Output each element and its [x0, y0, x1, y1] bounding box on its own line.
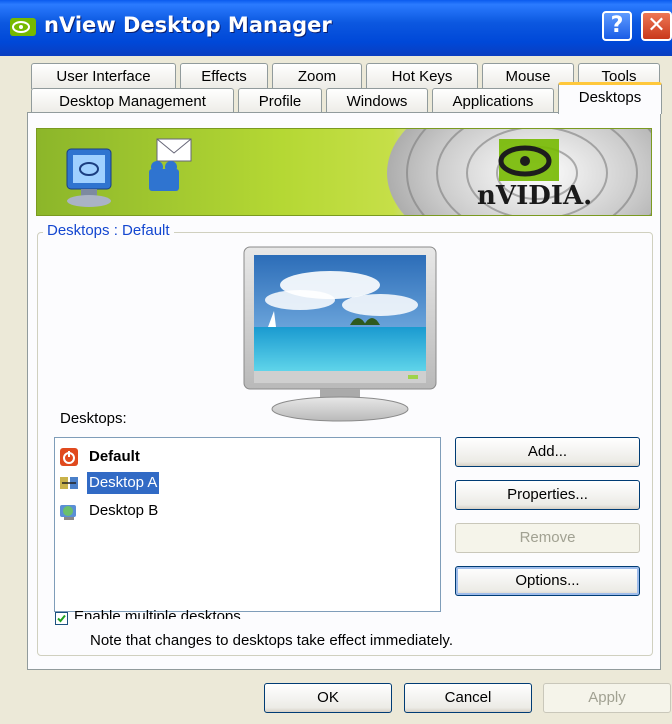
nvidia-brand-text: nVIDIA. [477, 181, 593, 211]
remove-button[interactable]: Remove [455, 523, 640, 553]
list-item-desktop-b[interactable]: Desktop B [57, 500, 438, 522]
tab-user-interface[interactable]: User Interface [31, 63, 176, 89]
close-button[interactable]: ✕ [641, 11, 672, 41]
tab-windows[interactable]: Windows [326, 88, 428, 114]
help-button[interactable]: ? [602, 11, 632, 41]
nview-dialog: nView Desktop Manager ? ✕ User Interface… [0, 0, 672, 724]
window-title: nView Desktop Manager [44, 13, 332, 37]
add-button[interactable]: Add... [455, 437, 640, 467]
tab-desktops[interactable]: Desktops [558, 82, 662, 114]
list-item-label: Default [89, 448, 140, 465]
checkmark-icon [57, 614, 66, 623]
desktops-listbox[interactable]: Default Desktop A Desktop B [54, 437, 441, 612]
enable-multiple-desktops-label[interactable]: Enable multiple desktops [74, 607, 241, 619]
enable-multiple-desktops-checkbox[interactable] [55, 612, 68, 625]
monitor-preview-icon [243, 246, 437, 422]
tab-effects[interactable]: Effects [180, 63, 268, 89]
title-bar[interactable]: nView Desktop Manager ? ✕ [0, 0, 672, 56]
desktops-list-label: Desktops: [60, 410, 127, 427]
options-button[interactable]: Options... [455, 566, 640, 596]
list-item-default[interactable]: Default [57, 446, 438, 468]
tab-zoom[interactable]: Zoom [272, 63, 362, 89]
tab-hot-keys[interactable]: Hot Keys [366, 63, 478, 89]
nvidia-banner: nVIDIA. [36, 128, 652, 216]
apply-button[interactable]: Apply [543, 683, 671, 713]
tab-desktop-management[interactable]: Desktop Management [31, 88, 234, 114]
ok-button[interactable]: OK [264, 683, 392, 713]
properties-button[interactable]: Properties... [455, 480, 640, 510]
power-icon [60, 448, 78, 466]
desktop-a-icon [60, 477, 78, 489]
list-item-label: Desktop B [89, 502, 159, 519]
group-legend: Desktops : Default [43, 222, 174, 239]
cancel-button[interactable]: Cancel [404, 683, 532, 713]
note-text: Note that changes to desktops take effec… [90, 632, 453, 649]
nvidia-app-icon [10, 18, 36, 36]
list-item-desktop-a[interactable]: Desktop A [57, 472, 438, 494]
list-item-label: Desktop A [87, 472, 160, 494]
tab-applications[interactable]: Applications [432, 88, 554, 114]
globe-monitor-icon [60, 505, 76, 520]
tab-profile[interactable]: Profile [238, 88, 322, 114]
